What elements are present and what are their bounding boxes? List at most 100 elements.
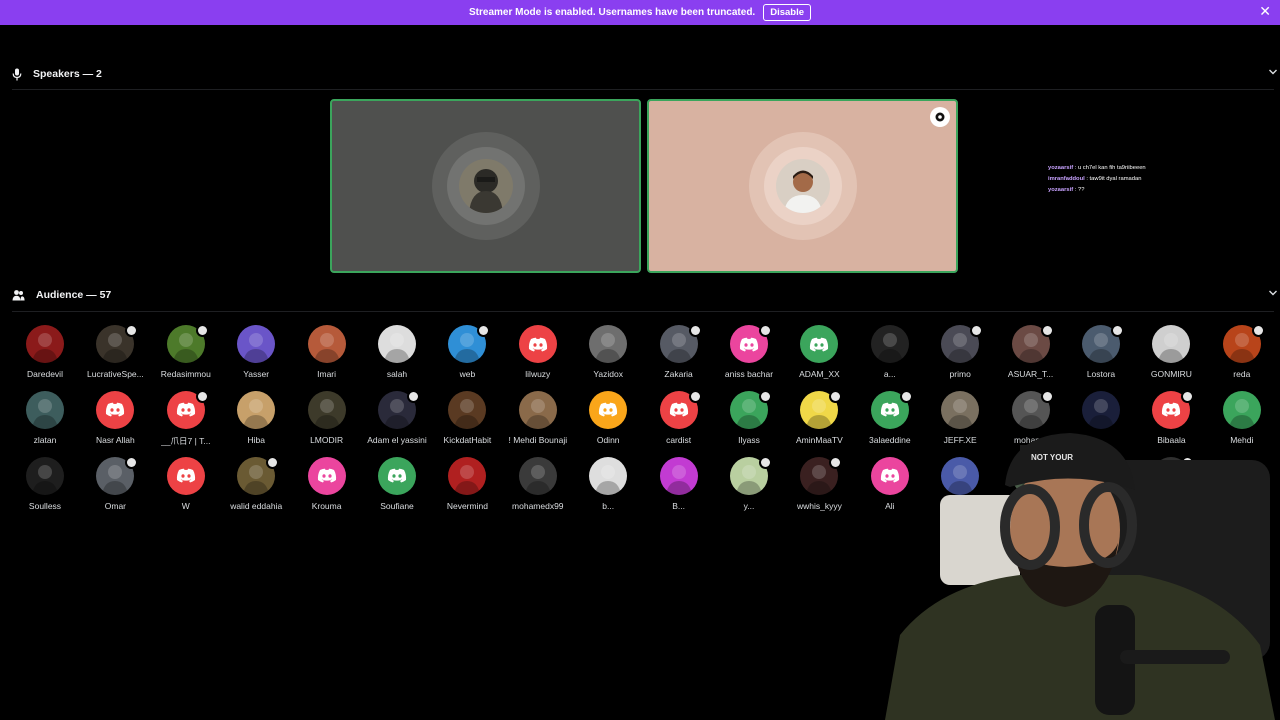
status-badge-icon [1181,389,1195,403]
speaker-tile[interactable] [330,99,641,273]
stream-chat-overlay: yozaarsif : u ch7el kan fih ta9riibeeen … [1048,163,1188,196]
audience-member[interactable]: ! Mehdi Bounaji [503,390,573,453]
member-name: Omar [104,500,127,511]
audience-member[interactable]: Adam el yassini [362,389,432,453]
audience-member[interactable]: walid eddahia [221,455,291,519]
audience-member[interactable]: __爪日7 | T... [151,389,221,453]
member-name: primo [949,369,971,379]
audience-member[interactable]: Soulless [10,456,80,519]
status-badge-icon [759,324,772,337]
audience-member[interactable]: b... [573,456,643,519]
member-name: LucrativeSpe... [87,369,144,379]
profile-photo [32,398,58,429]
audience-member[interactable]: W [151,456,221,519]
avatar [1152,325,1191,363]
audience-member[interactable]: GONMIRU [1136,325,1206,387]
status-badge-icon [407,389,420,403]
speakers-label: Speakers — 2 [33,68,102,80]
avatar [378,325,416,363]
audience-label: Audience — 57 [36,289,112,301]
audience-member[interactable]: Soufiane [362,456,432,519]
streamer-webcam-overlay: NOT YOUR [880,415,1280,720]
status-badge-icon [899,389,913,403]
audience-member[interactable]: aniss bachar [714,324,784,387]
avatar [518,390,557,429]
audience-member[interactable]: Zakaria [644,324,714,387]
audience-member[interactable]: a... [855,325,925,387]
audience-member[interactable]: KickdatHabit [432,390,502,453]
audience-member[interactable]: Yazidox [573,325,643,387]
member-name: walid eddahia [230,500,283,511]
chat-message: imranfaddoul : taw9it dyal ramadan [1048,176,1142,182]
avatar [800,325,839,363]
close-icon[interactable]: ✕ [1259,4,1271,20]
speakers-header[interactable]: Speakers — 2 [12,66,1278,82]
member-name: web [459,369,476,379]
discord-logo-icon [176,403,195,417]
avatar [589,390,628,429]
member-name: Imari [317,369,337,379]
audience-member[interactable]: Nasr Allah [80,390,150,453]
audience-member[interactable]: y... [714,455,784,519]
audience-member[interactable]: lilwuzy [503,325,573,387]
speaker-tile[interactable] [647,99,958,273]
profile-photo [313,333,340,363]
audience-member[interactable]: Daredevil [10,325,80,387]
audience-member[interactable]: Yasser [221,325,291,387]
status-badge-icon [195,389,209,403]
member-name: B... [672,500,685,511]
audience-member[interactable]: salah [362,325,432,387]
audience-member[interactable]: LucrativeSpe... [80,324,150,387]
audience-member[interactable]: Krouma [292,456,362,519]
audience-member[interactable]: AminMaaTV [784,389,854,453]
audience-member[interactable]: Ilyass [714,389,784,453]
discord-logo-icon [317,468,336,483]
status-badge-icon [829,455,843,469]
avatar [26,456,64,495]
status-badge-icon [125,455,139,469]
audience-member[interactable]: cardist [644,389,714,453]
audience-member[interactable]: mohamedx99 [503,456,573,519]
status-badge-icon [688,389,702,403]
profile-photo [876,333,903,363]
status-badge-icon [759,455,772,469]
avatar [307,325,346,363]
audience-member[interactable]: Odinn [573,390,643,453]
audience-member[interactable]: B... [644,456,714,519]
member-name: b... [602,500,615,511]
chevron-down-icon[interactable] [1268,288,1278,298]
audience-member[interactable]: ASUAR_T... [996,324,1066,387]
member-name: Soulless [28,500,62,511]
banner-text: Streamer Mode is enabled. Usernames have… [468,7,756,18]
audience-member[interactable]: web [432,324,502,387]
audience-member[interactable]: primo [925,324,995,387]
audience-member[interactable]: Lostora [1066,324,1136,387]
status-badge-icon [1111,324,1124,337]
profile-photo [384,333,410,363]
audience-header[interactable]: Audience — 57 [12,287,1278,303]
disable-button[interactable]: Disable [763,4,811,21]
profile-photo [243,398,270,429]
status-badge-icon [125,324,139,337]
audience-member[interactable]: LMODIR [292,390,362,453]
streamer-mode-banner: Streamer Mode is enabled. Usernames have… [0,0,1280,25]
audience-member[interactable]: Hiba [221,390,291,453]
avatar [307,390,346,429]
audience-member[interactable]: reda [1207,324,1277,387]
audience-member[interactable]: Redasimmou [151,324,221,387]
status-badge-icon [759,389,772,403]
audience-member[interactable]: Omar [80,455,150,519]
audience-member[interactable]: Imari [292,325,362,387]
member-name: salah [386,369,408,379]
discord-logo-icon [739,337,759,351]
member-name: Nasr Allah [96,434,135,445]
member-name: zlatan [33,434,57,445]
chevron-down-icon[interactable] [1268,67,1278,77]
member-name: Nevermind [446,500,488,511]
audience-member[interactable]: wwhis_kyyy [784,455,854,519]
audience-member[interactable]: ADAM_XX [784,325,854,387]
member-name: Lostora [1086,369,1116,379]
audience-member[interactable]: zlatan [10,390,80,453]
audience-member[interactable]: Nevermind [432,456,502,519]
member-name: KickdatHabit [443,434,492,445]
